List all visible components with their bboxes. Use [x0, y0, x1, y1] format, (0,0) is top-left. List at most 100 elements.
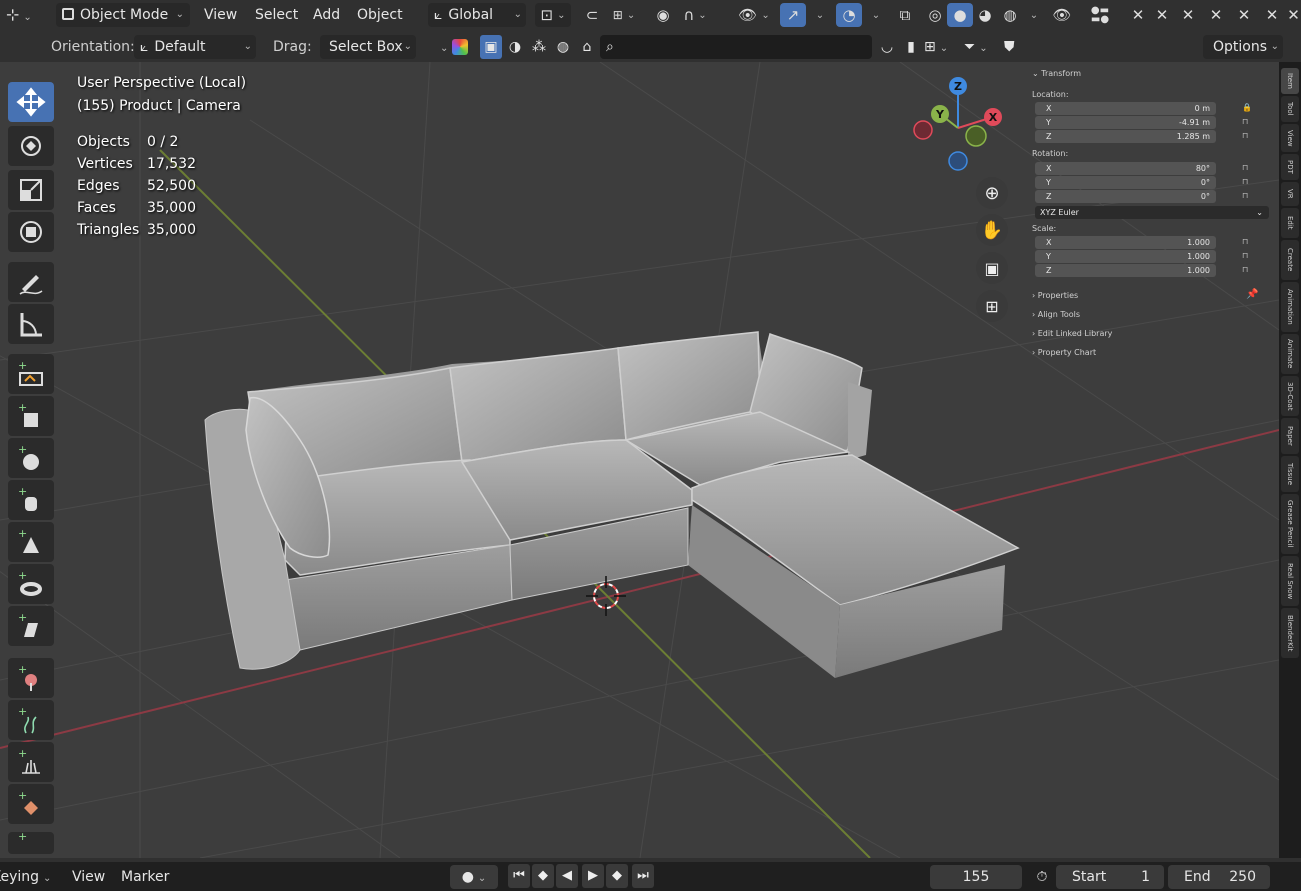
- tab-tool[interactable]: Tool: [1281, 96, 1299, 122]
- rendered-shading-button[interactable]: ◍: [997, 3, 1023, 27]
- overlays-dropdown[interactable]: ⌄: [864, 3, 884, 27]
- scale-tool[interactable]: [8, 170, 54, 210]
- filter-dropdown[interactable]: ⏷ ⌄: [964, 35, 1002, 59]
- tab-pdt[interactable]: PDT: [1281, 154, 1299, 180]
- menu-object[interactable]: Object: [357, 3, 403, 27]
- mode-dropdown[interactable]: Object Mode ⌄: [56, 3, 190, 27]
- bookmark-button[interactable]: ▮: [900, 35, 922, 59]
- add-plane-tool[interactable]: +: [8, 354, 54, 394]
- tab-create[interactable]: Create: [1281, 240, 1299, 280]
- xray-toggle[interactable]: ⧉: [893, 3, 917, 27]
- visibility-eye-button[interactable]: 👁: [1050, 3, 1074, 27]
- transform-panel-header[interactable]: ⌄ Transform: [1032, 69, 1081, 78]
- editor-type-button[interactable]: ⊹ ⌄: [6, 3, 32, 27]
- pivot-point-button[interactable]: ⊡ ⌄: [535, 3, 571, 27]
- asset-search-field[interactable]: ⌕: [600, 35, 872, 59]
- add-cone-tool[interactable]: +: [8, 522, 54, 562]
- options-dropdown[interactable]: Options ⌄: [1203, 35, 1283, 59]
- menu-add[interactable]: Add: [313, 3, 340, 27]
- shield-button[interactable]: ⛊: [1004, 35, 1028, 59]
- measure-tool[interactable]: [8, 304, 54, 344]
- particles-toggle[interactable]: ⁂: [528, 35, 550, 59]
- proportional-edit-toggle[interactable]: ◉: [651, 3, 675, 27]
- filter-dropdown-chevron[interactable]: ⌄: [436, 35, 450, 59]
- close-x-button-7[interactable]: ✕: [1286, 3, 1301, 27]
- close-x-button-4[interactable]: ✕: [1204, 3, 1228, 27]
- layout-dropdown[interactable]: ⊞ ⌄: [924, 35, 962, 59]
- pan-button[interactable]: ✋: [976, 214, 1008, 246]
- drag-dropdown[interactable]: Select Box ⌄: [320, 35, 416, 59]
- add-more-tool[interactable]: +: [8, 830, 54, 854]
- tab-animation[interactable]: Animation: [1281, 282, 1299, 332]
- unlock-icon[interactable]: ⊓: [1242, 163, 1248, 172]
- scale-y-field[interactable]: Y 1.000: [1035, 250, 1216, 263]
- jump-to-keyframe-next-button[interactable]: ◆: [606, 864, 628, 888]
- tab-paper[interactable]: Paper: [1281, 418, 1299, 454]
- close-x-button-3[interactable]: ✕: [1176, 3, 1200, 27]
- rotation-y-field[interactable]: Y 0°: [1035, 176, 1216, 189]
- tab-grease-pencil[interactable]: Grease Pencil: [1281, 494, 1299, 554]
- rotation-z-field[interactable]: Z 0°: [1035, 190, 1216, 203]
- move-tool[interactable]: [8, 82, 54, 122]
- perspective-toggle-button[interactable]: ⊞: [976, 290, 1008, 322]
- add-torus-tool[interactable]: +: [8, 564, 54, 604]
- tab-edit[interactable]: Edit: [1281, 208, 1299, 238]
- close-x-button-6[interactable]: ✕: [1260, 3, 1284, 27]
- current-frame-field[interactable]: 155: [930, 865, 1022, 889]
- transform-orientation-dropdown[interactable]: ⟀ Global ⌄: [428, 3, 526, 27]
- pin-icon[interactable]: 📌: [1246, 289, 1258, 300]
- unlock-icon[interactable]: ⊓: [1242, 177, 1248, 186]
- timeline-view-menu[interactable]: View: [72, 865, 105, 889]
- snap-target-button[interactable]: ⊞ ⌄: [606, 3, 642, 27]
- unlock-icon[interactable]: ⊓: [1242, 237, 1248, 246]
- close-x-button-1[interactable]: ✕: [1126, 3, 1150, 27]
- material-shading-button[interactable]: ◕: [972, 3, 998, 27]
- menu-view[interactable]: View: [204, 3, 237, 27]
- building-toggle[interactable]: ⌂: [576, 35, 598, 59]
- jump-to-end-button[interactable]: ⏭: [632, 864, 654, 888]
- jump-to-start-button[interactable]: ⏮: [508, 864, 530, 888]
- tab-animate[interactable]: Animate: [1281, 334, 1299, 374]
- add-flower-tool[interactable]: +: [8, 784, 54, 824]
- gizmo-toggle[interactable]: ↗: [780, 3, 806, 27]
- annotate-tool[interactable]: [8, 262, 54, 302]
- location-z-field[interactable]: Z 1.285 m: [1035, 130, 1216, 143]
- zoom-button[interactable]: ⊕: [976, 177, 1008, 209]
- menu-select[interactable]: Select: [255, 3, 298, 27]
- orientation-dropdown[interactable]: ⟀ Default ⌄: [134, 35, 256, 59]
- navigation-gizmo[interactable]: Z X Y: [905, 72, 1015, 182]
- shading-dropdown[interactable]: ⌄: [1022, 3, 1042, 27]
- cube-color-button[interactable]: [452, 35, 474, 59]
- tab-item[interactable]: Item: [1281, 68, 1299, 94]
- material-preview-toggle[interactable]: ◑: [504, 35, 526, 59]
- add-sphere-tool[interactable]: +: [8, 438, 54, 478]
- properties-panel-header[interactable]: › Properties: [1032, 291, 1078, 300]
- property-chart-panel-header[interactable]: › Property Chart: [1032, 348, 1096, 357]
- unlock-icon[interactable]: ⊓: [1242, 265, 1248, 274]
- start-frame-field[interactable]: Start 1: [1056, 865, 1164, 889]
- tab-blenderkit[interactable]: BlenderKit: [1281, 608, 1299, 658]
- auto-keying-toggle[interactable]: ● ⌄: [450, 865, 498, 889]
- unlock-icon[interactable]: ⊓: [1242, 117, 1248, 126]
- end-frame-field[interactable]: End 250: [1168, 865, 1270, 889]
- edit-linked-library-panel-header[interactable]: › Edit Linked Library: [1032, 329, 1112, 338]
- falloff-button[interactable]: ∩ ⌄: [677, 3, 713, 27]
- marker-menu[interactable]: Marker: [121, 865, 169, 889]
- tab-real-snow[interactable]: Real Snow: [1281, 556, 1299, 606]
- location-y-field[interactable]: Y -4.91 m: [1035, 116, 1216, 129]
- rotation-x-field[interactable]: X 80°: [1035, 162, 1216, 175]
- select-box-mode-button[interactable]: ▣: [480, 35, 502, 59]
- rotation-mode-dropdown[interactable]: XYZ Euler ⌄: [1035, 206, 1269, 219]
- world-toggle[interactable]: ◍: [552, 35, 574, 59]
- scale-x-field[interactable]: X 1.000: [1035, 236, 1216, 249]
- collection-visibility-toggles[interactable]: ●▬ ▬●: [1076, 3, 1124, 27]
- jump-to-keyframe-prev-button[interactable]: ◆: [532, 864, 554, 888]
- camera-view-button[interactable]: ▣: [976, 252, 1008, 284]
- tab-tissue[interactable]: Tissue: [1281, 456, 1299, 492]
- unlock-icon[interactable]: ⊓: [1242, 131, 1248, 140]
- align-tools-panel-header[interactable]: › Align Tools: [1032, 310, 1080, 319]
- add-grass-tool[interactable]: +: [8, 742, 54, 782]
- rotate-tool[interactable]: [8, 126, 54, 166]
- play-button[interactable]: ▶: [582, 864, 604, 888]
- add-wedge-tool[interactable]: +: [8, 606, 54, 646]
